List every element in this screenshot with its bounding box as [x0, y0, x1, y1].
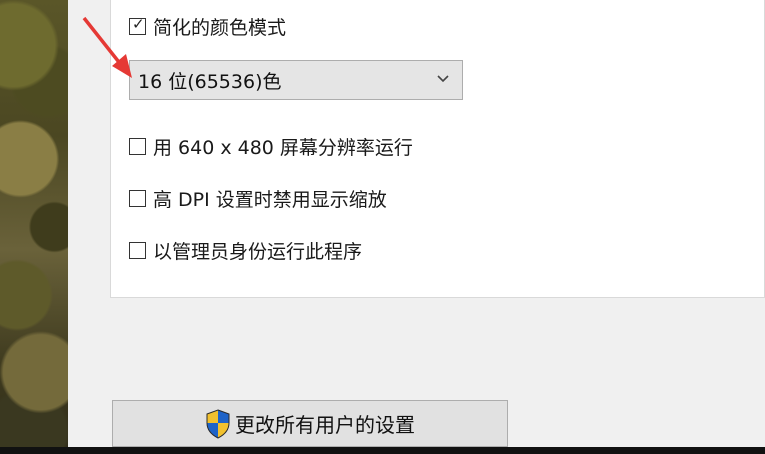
run-640x480-option[interactable]: 用 640 x 480 屏幕分辨率运行: [129, 133, 413, 160]
settings-group-panel: ✓ 简化的颜色模式 16 位(65536)色 用 640 x 480 屏幕分辨率…: [110, 0, 765, 298]
run-640x480-label: 用 640 x 480 屏幕分辨率运行: [153, 137, 413, 159]
run-as-admin-label: 以管理员身份运行此程序: [153, 241, 363, 263]
arrow-annotation-icon: [82, 16, 132, 78]
change-all-users-label: 更改所有用户的设置: [235, 413, 415, 437]
disable-dpi-scaling-option[interactable]: 高 DPI 设置时禁用显示缩放: [129, 185, 387, 212]
color-depth-dropdown[interactable]: 16 位(65536)色: [129, 60, 463, 100]
run-640x480-checkbox[interactable]: [129, 138, 146, 155]
chevron-down-icon: [437, 75, 449, 83]
disable-dpi-scaling-label: 高 DPI 设置时禁用显示缩放: [153, 189, 387, 211]
taskbar-edge: [0, 447, 765, 454]
desktop-background: [0, 0, 68, 454]
disable-dpi-scaling-checkbox[interactable]: [129, 190, 146, 207]
change-all-users-button[interactable]: 更改所有用户的设置: [112, 400, 508, 447]
run-as-admin-option[interactable]: 以管理员身份运行此程序: [129, 237, 362, 264]
shield-icon: [206, 408, 230, 439]
compatibility-dialog: ✓ 简化的颜色模式 16 位(65536)色 用 640 x 480 屏幕分辨率…: [68, 0, 765, 447]
color-depth-value: 16 位(65536)色: [138, 70, 282, 93]
reduced-color-mode-option[interactable]: ✓ 简化的颜色模式: [129, 13, 286, 40]
run-as-admin-checkbox[interactable]: [129, 242, 146, 259]
reduced-color-label: 简化的颜色模式: [153, 17, 287, 39]
